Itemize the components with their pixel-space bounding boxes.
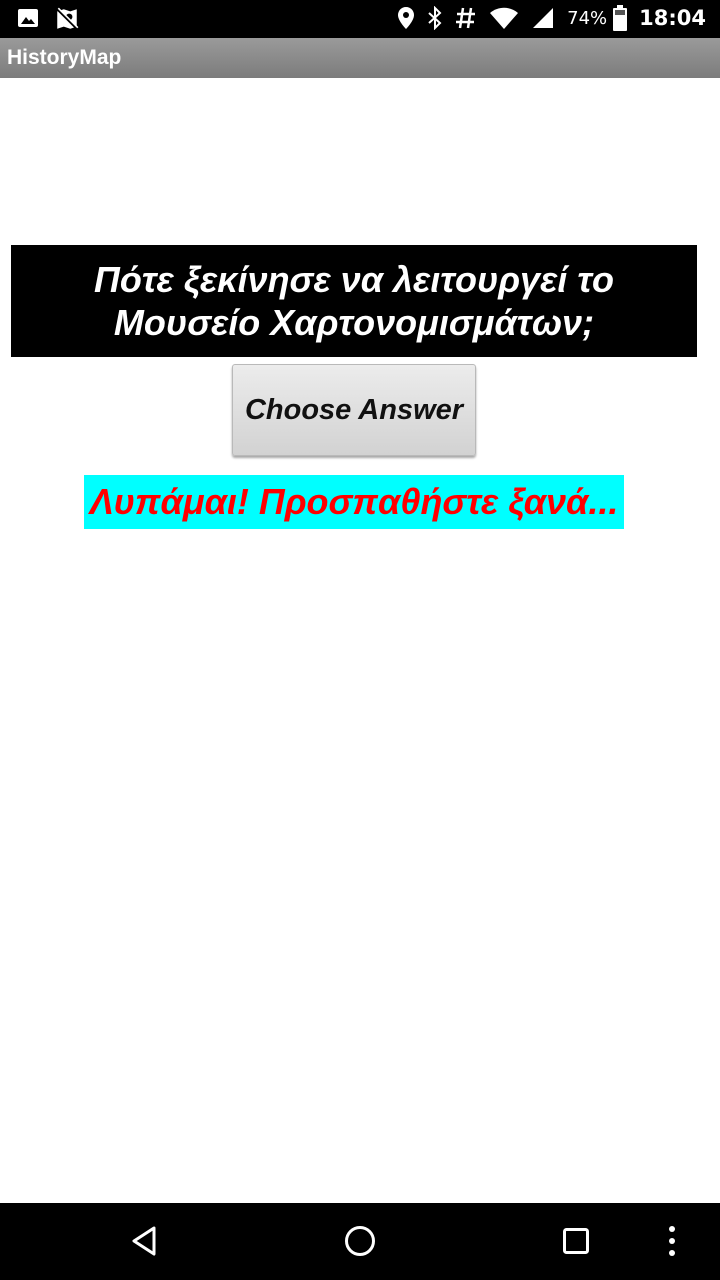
clock: 18:04 [639,6,706,30]
signal-icon [531,6,555,30]
recents-button[interactable] [554,1221,598,1265]
battery-icon [613,5,628,31]
system-icons: 74% 18:04 [397,5,706,31]
overflow-menu-button[interactable] [650,1221,694,1265]
image-icon [16,6,40,32]
back-button[interactable] [122,1221,166,1265]
question-text: Πότε ξεκίνησε να λειτουργεί το Μουσείο Χ… [93,259,615,343]
battery-percent: 74% [567,7,608,29]
feedback-message: Λυπάμαι! Προσπαθήστε ξανά... [84,475,624,529]
location-icon [397,6,415,30]
choose-answer-button[interactable]: Choose Answer [232,364,476,456]
navigation-bar [0,1203,720,1280]
hash-icon [455,6,477,30]
home-icon [343,1224,377,1263]
status-bar: 74% 18:04 [0,0,720,38]
wifi-icon [489,6,519,30]
app-bar: HistoryMap [0,38,720,78]
recents-icon [562,1227,590,1260]
app-title: HistoryMap [7,46,122,69]
notification-icons [16,6,80,32]
back-icon [129,1225,159,1262]
home-button[interactable] [338,1221,382,1265]
overflow-menu-icon [668,1225,676,1262]
map-off-icon [54,6,80,32]
question-box: Πότε ξεκίνησε να λειτουργεί το Μουσείο Χ… [11,245,697,357]
bluetooth-icon [427,6,443,30]
